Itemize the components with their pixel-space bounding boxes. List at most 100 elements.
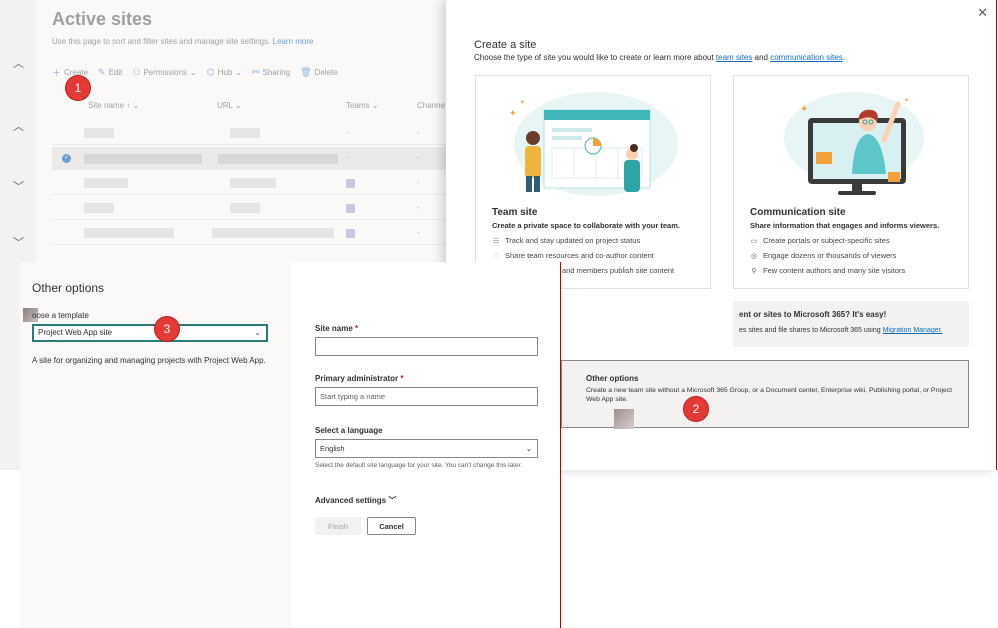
chevron-down-icon[interactable]: ﹀ xyxy=(13,182,24,193)
channels-cell: - xyxy=(417,178,420,187)
other-options-description: Create a new team site without a Microso… xyxy=(586,387,953,403)
table-row[interactable]: - xyxy=(52,172,462,195)
channels-cell: - xyxy=(417,128,420,137)
checkmark-icon[interactable]: ✓ xyxy=(62,154,71,163)
highlight-border xyxy=(996,0,997,470)
feature-text: Few content authors and many site visito… xyxy=(763,266,906,275)
language-note: Select the default site language for you… xyxy=(315,462,523,469)
feature-item: ⚲ Few content authors and many site visit… xyxy=(750,266,905,275)
advanced-settings-toggle[interactable]: Advanced settings ﹀ xyxy=(315,495,396,506)
redacted-cell xyxy=(84,178,128,188)
panel-title: Create a site xyxy=(474,39,537,51)
team-site-card[interactable]: ✦ ✦ Team site Create a private space to … xyxy=(475,75,711,289)
column-teams[interactable]: Teams ⌄ xyxy=(346,101,379,110)
checklist-icon: ☷ xyxy=(492,237,500,245)
redacted-cell xyxy=(218,154,338,164)
primary-admin-input[interactable]: Start typing a name xyxy=(315,387,538,406)
label-text: Site name xyxy=(315,324,353,333)
migration-title: ent or sites to Microsoft 365? It's easy… xyxy=(739,310,887,319)
column-site-name[interactable]: Site name ↑ ⌄ xyxy=(88,101,139,110)
close-icon[interactable]: ✕ xyxy=(977,5,988,21)
feature-text: Create portals or subject-specific sites xyxy=(763,236,890,245)
chevron-down-icon: ⌄ xyxy=(525,444,532,453)
column-url[interactable]: URL ⌄ xyxy=(217,101,242,110)
cancel-button[interactable]: Cancel xyxy=(367,517,416,535)
person-icon: ⚲ xyxy=(751,267,757,275)
finish-button[interactable]: Finish xyxy=(315,517,361,535)
table-row[interactable]: - xyxy=(52,222,462,245)
other-options-title: Other options xyxy=(586,374,639,383)
team-sites-link[interactable]: team sites xyxy=(716,53,752,62)
chevron-down-icon: ﹀ xyxy=(388,496,397,505)
communication-site-illustration: ✦ ✦ xyxy=(784,92,924,195)
template-pane: Other options oose a template Project We… xyxy=(20,262,291,628)
communication-site-title: Communication site xyxy=(750,207,846,218)
required-asterisk: * xyxy=(400,374,404,383)
redacted-cell xyxy=(230,178,276,188)
step-marker-1: 1 xyxy=(66,76,90,100)
redacted-cell xyxy=(230,203,260,213)
permissions-label: Permissions xyxy=(143,67,188,77)
channels-cell: - xyxy=(417,228,420,237)
migration-description: es sites and file shares to Microsoft 36… xyxy=(739,327,943,334)
table-row[interactable]: - xyxy=(52,197,462,220)
hub-label: Hub xyxy=(217,67,233,77)
redacted-cell xyxy=(84,228,174,238)
chevron-down-icon: ⌄ xyxy=(254,328,261,337)
teams-icon xyxy=(346,179,355,188)
communication-sites-link[interactable]: communication sites xyxy=(770,53,842,62)
template-selected-value: Project Web App site xyxy=(38,328,113,337)
column-label: Site name ↑ xyxy=(88,101,131,110)
learn-more-link[interactable]: Learn more xyxy=(273,37,314,46)
command-bar: ＋ Create ✎ Edit ⚇ Permissions ⌄ ⌬ Hub ⌄ ⚯ Sha… xyxy=(52,66,338,78)
hub-button[interactable]: ⌬ Hub ⌄ xyxy=(207,66,242,78)
share-icon: ⚯ xyxy=(251,66,260,77)
other-options-card[interactable]: Other options Create a new team site wit… xyxy=(561,360,969,429)
team-site-description: Create a private space to collaborate wi… xyxy=(492,221,680,230)
sharing-label: Sharing xyxy=(262,67,291,77)
pencil-icon: ✎ xyxy=(98,66,106,77)
table-row-selected[interactable]: ✓ - - xyxy=(52,147,462,170)
step-marker-3: 3 xyxy=(155,317,179,341)
svg-text:✦: ✦ xyxy=(509,108,517,118)
svg-text:✦: ✦ xyxy=(520,99,525,106)
portal-icon: ▭ xyxy=(750,237,758,245)
template-dropdown[interactable]: Project Web App site ⌄ xyxy=(32,324,268,342)
permissions-button[interactable]: ⚇ Permissions ⌄ xyxy=(132,66,196,78)
language-selected-value: English xyxy=(320,444,345,453)
feature-item: and members publish site content xyxy=(562,266,674,275)
avatar xyxy=(614,409,634,429)
redacted-cell xyxy=(230,128,260,138)
table-row[interactable]: - - xyxy=(52,122,462,145)
communication-site-card[interactable]: ✦ ✦ Communication site Share information… xyxy=(733,75,969,289)
column-channels[interactable]: Channe xyxy=(417,101,445,110)
page-description: Use this page to sort and filter sites a… xyxy=(52,37,314,46)
chevron-up-icon[interactable]: ︿ xyxy=(13,59,24,70)
migration-banner: ent or sites to Microsoft 365? It's easy… xyxy=(733,301,969,347)
redacted-cell xyxy=(84,203,114,213)
page-title: Active sites xyxy=(52,9,153,29)
chevron-up-icon[interactable]: ︿ xyxy=(13,122,24,133)
migration-manager-link[interactable]: Migration Manager. xyxy=(883,327,943,334)
plus-icon: ＋ xyxy=(52,67,62,78)
panel-subtitle: Choose the type of site you would like t… xyxy=(474,53,845,62)
feature-text: Track and stay updated on project status xyxy=(505,236,641,245)
required-asterisk: * xyxy=(355,324,359,333)
language-dropdown[interactable]: English ⌄ xyxy=(315,439,538,458)
language-label: Select a language xyxy=(315,426,383,435)
chevron-down-icon[interactable]: ﹀ xyxy=(13,238,24,249)
sharing-button[interactable]: ⚯ Sharing xyxy=(252,66,290,78)
edit-button[interactable]: ✎ Edit xyxy=(98,66,122,78)
teams-icon xyxy=(346,229,355,238)
delete-button[interactable]: 🗑 Delete xyxy=(300,66,338,78)
communication-site-description: Share information that engages and infor… xyxy=(750,221,940,230)
chevron-down-icon: ⌄ xyxy=(190,67,197,77)
other-options-dialog: Other options oose a template Project We… xyxy=(20,262,560,628)
column-label: Channe xyxy=(417,101,446,110)
site-name-input[interactable] xyxy=(315,337,538,356)
description-text: Use this page to sort and filter sites a… xyxy=(52,37,271,46)
redacted-cell xyxy=(84,154,202,164)
highlight-border xyxy=(560,262,561,628)
feature-text: and members publish site content xyxy=(562,266,675,275)
step-marker-2: 2 xyxy=(684,397,708,421)
